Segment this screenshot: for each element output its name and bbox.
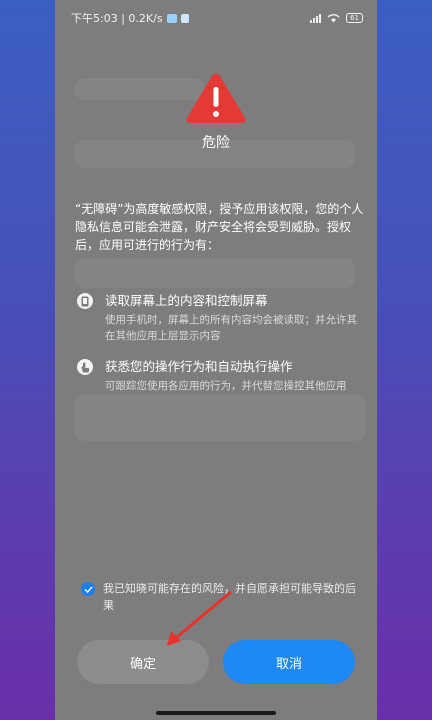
hand-pointer-icon: [77, 359, 93, 375]
status-right: 61: [310, 13, 363, 23]
status-bar: 下午5:03 | 0.2K/s 61: [55, 0, 377, 36]
battery-icon: 61: [346, 13, 363, 23]
permission-desc: 可跟踪您使用各应用的行为，并代替您操控其他应用: [105, 380, 347, 392]
home-indicator[interactable]: [156, 711, 276, 715]
consent-text: 我已知晓可能存在的风险，并自愿承担可能导致的后果: [103, 582, 356, 612]
intro-text: “无障碍”为高度敏感权限，授予应用该权限，您的个人隐私信息可能会泄露，财产安全将…: [75, 202, 364, 252]
dialog-title: 危险: [202, 135, 230, 151]
permission-title: 读取屏幕上的内容和控制屏幕: [105, 293, 268, 308]
background-blur: [75, 395, 365, 441]
phone-screen: 下午5:03 | 0.2K/s 61 危险 “无障碍”为高度敏感权限，授予应用该…: [55, 0, 377, 720]
cloud-icon: [166, 13, 177, 23]
notification-icon: [180, 13, 189, 23]
confirm-button[interactable]: 确定: [77, 640, 209, 684]
consent-row[interactable]: 我已知晓可能存在的风险，并自愿承担可能导致的后果: [81, 580, 361, 614]
status-left: 下午5:03 | 0.2K/s: [71, 10, 189, 26]
background-blur: [75, 258, 355, 288]
phone-screen-icon: [77, 293, 93, 309]
signal-icon: [310, 13, 322, 23]
permission-item: 获悉您的操作行为和自动执行操作 可跟踪您使用各应用的行为，并代替您操控其他应用: [77, 358, 367, 394]
cancel-button[interactable]: 取消: [223, 640, 355, 684]
consent-checkbox[interactable]: [81, 582, 95, 596]
permission-desc: 使用手机时，屏幕上的所有内容均会被读取；并允许其在其他应用上层显示内容: [105, 314, 357, 342]
wifi-icon: [327, 14, 340, 23]
permission-title: 获悉您的操作行为和自动执行操作: [105, 359, 293, 374]
warning-triangle-icon: [186, 73, 246, 123]
warning-header: 危险: [55, 72, 377, 152]
permission-item: 读取屏幕上的内容和控制屏幕 使用手机时，屏幕上的所有内容均会被读取；并允许其在其…: [77, 292, 367, 344]
status-time-speed: 下午5:03 | 0.2K/s: [71, 12, 163, 25]
checkmark-icon: [83, 585, 93, 593]
